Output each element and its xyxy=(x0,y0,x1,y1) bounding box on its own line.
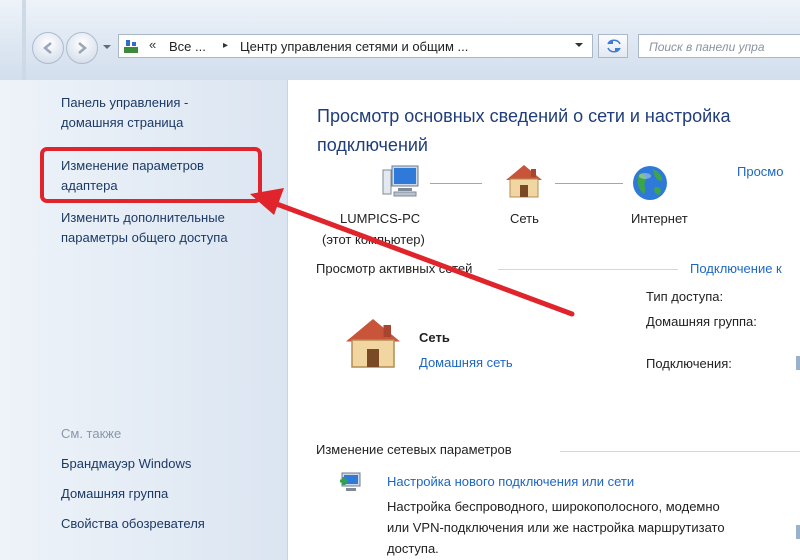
sidebar-link-advanced-sharing[interactable]: Изменить дополнительные параметры общего… xyxy=(61,208,228,248)
connection-icon[interactable] xyxy=(796,356,800,370)
map-connector-line xyxy=(430,183,482,184)
sidebar-link-line: параметры общего доступа xyxy=(61,230,228,245)
sidebar-link-internet-options[interactable]: Свойства обозревателя xyxy=(61,514,205,534)
new-connection-icon[interactable] xyxy=(338,469,366,497)
back-icon xyxy=(43,42,52,54)
address-segment-all[interactable]: Все ... xyxy=(169,39,206,54)
search-input[interactable]: Поиск в панели упра xyxy=(649,40,765,54)
house-icon xyxy=(346,319,400,368)
control-panel-icon xyxy=(124,40,138,53)
active-networks-heading: Просмотр активных сетей xyxy=(316,261,473,276)
sidebar-link-control-panel-home[interactable]: Панель управления - домашняя страница xyxy=(61,93,188,133)
scroll-edge-icon xyxy=(796,525,800,539)
forward-button[interactable] xyxy=(66,32,98,64)
globe-icon[interactable] xyxy=(630,163,670,203)
connect-or-disconnect-link[interactable]: Подключение к xyxy=(690,261,782,276)
network-label: Сеть xyxy=(510,211,539,226)
search-box[interactable]: Поиск в панели упра xyxy=(638,34,800,58)
internet-label: Интернет xyxy=(631,211,688,226)
sidebar-link-firewall[interactable]: Брандмауэр Windows xyxy=(61,454,191,474)
recent-pages-dropdown[interactable] xyxy=(102,42,112,52)
main-content: Просмотр основных сведений о сети и наст… xyxy=(288,80,800,560)
section-divider xyxy=(498,269,678,270)
computer-icon[interactable] xyxy=(380,164,420,200)
forward-icon xyxy=(78,42,87,54)
active-network-name: Сеть xyxy=(419,330,450,345)
address-bar[interactable]: « Все ... ▸ Центр управления сетями и об… xyxy=(118,34,593,58)
address-segment-network-center[interactable]: Центр управления сетями и общим ... xyxy=(240,39,468,54)
house-icon[interactable] xyxy=(502,162,546,200)
computer-sub-label: (этот компьютер) xyxy=(322,232,425,247)
connections-label: Подключения: xyxy=(646,356,732,371)
window-frame-edge xyxy=(22,0,26,80)
sidebar-link-line: Изменить дополнительные xyxy=(61,210,225,225)
window-chrome: « Все ... ▸ Центр управления сетями и об… xyxy=(0,0,800,80)
map-connector-line xyxy=(555,183,623,184)
sidebar-link-homegroup[interactable]: Домашняя группа xyxy=(61,484,168,504)
sidebar-link-line: домашняя страница xyxy=(61,115,184,130)
homegroup-label: Домашняя группа: xyxy=(646,314,757,329)
network-location-link[interactable]: Домашняя сеть xyxy=(419,355,513,370)
new-connection-description-line: Настройка беспроводного, широкополосного… xyxy=(387,499,720,514)
page-title: Просмотр основных сведений о сети и наст… xyxy=(317,106,731,155)
access-type-label: Тип доступа: xyxy=(646,289,724,304)
refresh-icon xyxy=(607,39,621,53)
setup-new-connection-link[interactable]: Настройка нового подключения или сети xyxy=(387,474,634,489)
refresh-button[interactable] xyxy=(598,34,628,58)
computer-name-label: LUMPICS-PC xyxy=(340,211,421,226)
new-connection-description-line: или VPN-подключения или же настройка мар… xyxy=(387,520,725,535)
address-separator-arrow[interactable]: ▸ xyxy=(223,40,228,51)
new-connection-description-line: доступа. xyxy=(387,541,439,556)
address-dropdown-icon[interactable] xyxy=(574,40,584,50)
see-full-map-link[interactable]: Просмо xyxy=(737,164,783,179)
back-button[interactable] xyxy=(32,32,64,64)
see-also-heading: См. также xyxy=(61,426,122,441)
section-divider xyxy=(560,451,800,452)
sidebar-link-line: Панель управления - xyxy=(61,95,189,110)
change-settings-heading: Изменение сетевых параметров xyxy=(316,442,512,457)
address-overflow-chevron[interactable]: « xyxy=(149,37,156,52)
annotation-highlight-box xyxy=(40,147,262,203)
